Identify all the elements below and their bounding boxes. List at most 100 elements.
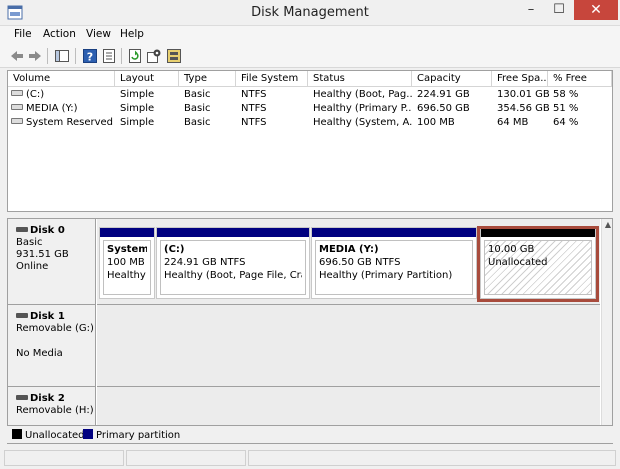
svg-text:?: ? [87,51,93,64]
column-header-status[interactable]: Status [308,71,412,87]
column-header-capacity[interactable]: Capacity [412,71,492,87]
unallocated-highlight-box [477,226,599,302]
volume-row[interactable]: MEDIA (Y:) Simple Basic NTFS Healthy (Pr… [8,102,612,116]
volume-layout: Simple [120,89,155,100]
menu-action[interactable]: Action [43,28,76,40]
disk-name: Disk 0 [30,225,65,236]
legend: Unallocated Primary partition [7,425,613,443]
drive-icon [11,90,23,96]
volume-percent-free: 51 % [553,103,579,114]
disk-type: Basic [16,237,43,248]
properties-icon[interactable] [101,48,117,64]
partition-status: Healthy (S [107,270,147,281]
removable-disk-icon [16,395,28,400]
volume-name: (C:) [26,89,45,100]
legend-swatch [12,429,22,439]
column-header-free-space[interactable]: Free Spa... [492,71,548,87]
partition-media-y[interactable]: MEDIA (Y:) 696.50 GB NTFS Healthy (Prima… [311,227,477,299]
scroll-up-icon[interactable]: ▲ [602,219,612,231]
column-header-percent-free[interactable]: % Free [548,71,612,87]
volume-status: Healthy (Boot, Pag... [313,89,412,100]
volume-layout: Simple [120,117,155,128]
partition-name: (C:) [164,244,185,255]
column-header-layout[interactable]: Layout [115,71,179,87]
volume-type: Basic [184,89,211,100]
toolbar-separator [121,48,122,64]
minimize-button[interactable]: – [518,0,544,20]
forward-arrow-icon[interactable] [27,48,43,64]
partition-size: 100 MB NT [107,257,147,268]
disk-type: Removable (H:) [16,405,94,416]
disk-view: Disk 0 Basic 931.51 GB Online System R 1… [7,218,613,444]
maximize-button[interactable]: ☐ [546,0,572,20]
partition-name: System R [107,244,147,255]
partition-name: MEDIA (Y:) [319,244,379,255]
volume-free-space: 64 MB [497,117,529,128]
menu-view[interactable]: View [86,28,111,40]
refresh-icon[interactable] [127,48,143,64]
settings-icon[interactable] [146,48,162,64]
partition-c[interactable]: (C:) 224.91 GB NTFS Healthy (Boot, Page … [156,227,310,299]
volume-file-system: NTFS [241,117,267,128]
disk-name: Disk 1 [30,311,65,322]
drive-icon [11,118,23,124]
status-bar-section [248,450,616,466]
legend-unallocated: Unallocated [12,429,85,442]
disk-media: No Media [16,348,63,359]
volume-capacity: 100 MB [417,117,455,128]
volume-free-space: 130.01 GB [497,89,550,100]
volume-percent-free: 58 % [553,89,579,100]
volume-layout: Simple [120,103,155,114]
legend-swatch [83,429,93,439]
status-bar-section [126,450,246,466]
volume-capacity: 224.91 GB [417,89,470,100]
partition-system-reserved[interactable]: System R 100 MB NT Healthy (S [99,227,155,299]
disk-type: Removable (G:) [16,323,94,334]
volume-type: Basic [184,103,211,114]
back-arrow-icon[interactable] [9,48,25,64]
rescan-disks-icon[interactable] [166,48,182,64]
disk-1-label[interactable]: Disk 1 Removable (G:) No Media [8,305,96,387]
legend-label: Primary partition [96,430,181,441]
console-tree-icon[interactable] [54,48,70,64]
status-bar [0,447,620,469]
title-bar: Disk Management – ☐ ✕ [0,0,620,26]
volume-percent-free: 64 % [553,117,579,128]
menu-help[interactable]: Help [120,28,144,40]
column-header-type[interactable]: Type [179,71,236,87]
status-bar-section [4,450,124,466]
disk-1-row: Disk 1 Removable (G:) No Media [8,305,600,387]
close-button[interactable]: ✕ [574,0,618,20]
legend-label: Unallocated [25,430,85,441]
volume-capacity: 696.50 GB [417,103,470,114]
partition-status: Healthy (Boot, Page File, Crash D [164,270,302,281]
disk-view-scrollbar[interactable]: ▲ ▼ [601,219,612,443]
volume-name: System Reserved (... [26,117,115,128]
help-icon[interactable]: ? [82,48,98,64]
volume-row[interactable]: System Reserved (... Simple Basic NTFS H… [8,116,612,130]
partition-bar [157,228,309,237]
toolbar: ? [0,44,620,68]
menu-file[interactable]: File [14,28,32,40]
column-header-volume[interactable]: Volume [8,71,115,87]
volume-status: Healthy (Primary P... [313,103,412,114]
volume-row[interactable]: (C:) Simple Basic NTFS Healthy (Boot, Pa… [8,88,612,102]
removable-disk-icon [16,313,28,318]
drive-icon [11,104,23,110]
partition-size: 696.50 GB NTFS [319,257,401,268]
partition-bar [100,228,154,237]
disk-size: 931.51 GB [16,249,69,260]
disk-0-label[interactable]: Disk 0 Basic 931.51 GB Online [8,219,96,305]
volume-name: MEDIA (Y:) [26,103,78,114]
menu-bar: File Action View Help [0,26,620,44]
legend-primary-partition: Primary partition [83,429,180,442]
partition-bar [312,228,476,237]
column-header-file-system[interactable]: File System [236,71,308,87]
partition-status: Healthy (Primary Partition) [319,270,453,281]
disk-1-partitions [97,305,600,387]
volume-file-system: NTFS [241,103,267,114]
hard-disk-icon [16,227,28,232]
partition-size: 224.91 GB NTFS [164,257,246,268]
toolbar-separator [47,48,48,64]
volume-file-system: NTFS [241,89,267,100]
